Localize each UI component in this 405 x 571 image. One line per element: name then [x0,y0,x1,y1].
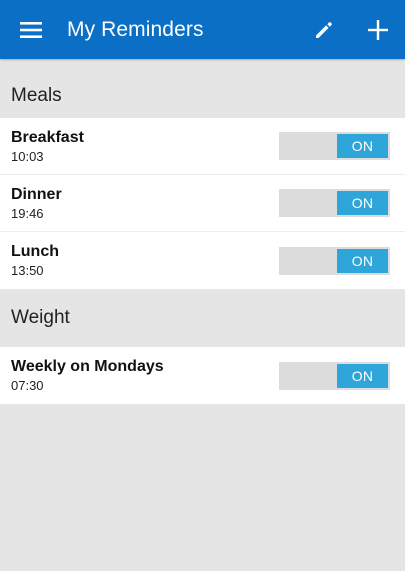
reminder-row-dinner[interactable]: Dinner 19:46 ON [0,175,405,232]
reminder-time: 07:30 [11,378,44,393]
pencil-icon [316,21,332,38]
reminder-text: Dinner 19:46 [11,185,62,222]
reminder-label: Lunch [11,243,59,260]
reminder-text: Breakfast 10:03 [11,128,84,165]
page-title: My Reminders [67,17,204,41]
reminder-text: Weekly on Mondays 07:30 [11,357,164,394]
toggle-on-label: ON [337,134,388,158]
menu-button[interactable] [0,0,63,59]
reminder-time: 13:50 [11,263,44,278]
reminder-label: Weekly on Mondays [11,358,164,375]
toggle-on-label: ON [337,191,388,215]
app-screen: My Reminders Meals Breakfast 10:03 ON Di… [0,0,405,571]
reminder-row-lunch[interactable]: Lunch 13:50 ON [0,232,405,289]
reminder-toggle[interactable]: ON [279,246,390,275]
reminder-list-weight: Weekly on Mondays 07:30 ON [0,347,405,404]
plus-icon [368,19,388,40]
add-reminder-button[interactable] [351,0,405,59]
toggle-on-label: ON [337,363,388,388]
section-header-weight: Weight [0,289,405,347]
reminder-label: Breakfast [11,128,84,146]
reminder-label: Dinner [11,185,62,203]
reminder-toggle[interactable]: ON [279,132,390,160]
menu-icon [20,21,42,38]
reminder-toggle[interactable]: ON [279,189,390,217]
edit-button[interactable] [297,0,351,59]
toggle-on-label: ON [337,248,388,273]
reminder-row-weekly-mondays[interactable]: Weekly on Mondays 07:30 ON [0,347,405,404]
reminder-time: 19:46 [11,205,44,221]
reminder-text: Lunch 13:50 [11,242,59,279]
reminder-row-breakfast[interactable]: Breakfast 10:03 ON [0,118,405,175]
reminder-toggle[interactable]: ON [279,361,390,390]
section-header-meals: Meals [0,59,405,118]
reminder-time: 10:03 [11,148,44,164]
app-bar: My Reminders [0,0,405,59]
reminder-list-meals: Breakfast 10:03 ON Dinner 19:46 ON Lunch… [0,118,405,289]
